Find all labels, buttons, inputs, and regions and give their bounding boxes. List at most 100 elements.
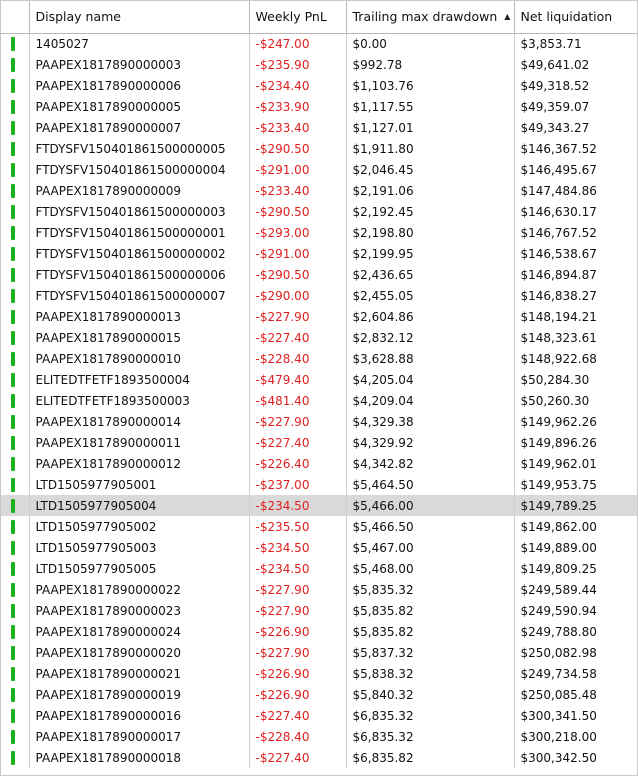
table-row[interactable]: PAAPEX1817890000017 -$228.40 $6,835.32 $300… <box>1 726 637 747</box>
column-header-trailing-max-drawdown-label: Trailing max drawdown <box>352 9 498 25</box>
column-header-status[interactable] <box>1 1 30 34</box>
status-indicator-icon <box>11 540 15 555</box>
status-indicator-icon <box>11 414 15 429</box>
trailing-max-drawdown-cell: $2,046.45 <box>346 159 515 180</box>
weekly-pnl-cell: -$291.00 <box>249 159 347 180</box>
status-indicator-icon <box>11 267 15 282</box>
trailing-max-drawdown-cell: $4,329.38 <box>346 411 515 432</box>
net-liquidation-cell: $249,788.80 <box>520 624 597 639</box>
table-row[interactable]: PAAPEX1817890000005 -$233.90 $1,117.55 $49,… <box>1 96 637 117</box>
column-header-weekly-pnl[interactable]: Weekly PnL <box>249 1 347 34</box>
display-name-cell: FTDYSFV150401861500000007 <box>29 285 250 306</box>
display-name-cell: FTDYSFV150401861500000001 <box>29 222 250 243</box>
column-header-display-name[interactable]: Display name <box>29 1 250 34</box>
trailing-max-drawdown-cell: $4,205.04 <box>346 369 515 390</box>
status-cell <box>1 327 30 348</box>
table-row[interactable]: LTD1505977905001 -$237.00 $5,464.50 $149,95… <box>1 474 637 495</box>
display-name-cell: FTDYSFV150401861500000003 <box>29 201 250 222</box>
weekly-pnl-cell: -$234.40 <box>249 75 347 96</box>
table-row[interactable]: PAAPEX1817890000015 -$227.40 $2,832.12 $148… <box>1 327 637 348</box>
display-name-cell: PAAPEX1817890000017 <box>29 726 250 747</box>
trailing-max-drawdown-cell: $5,468.00 <box>346 558 515 579</box>
table-row[interactable]: PAAPEX1817890000018 -$227.40 $6,835.82 $300… <box>1 747 637 768</box>
table-row[interactable]: 1405027 -$247.00 $0.00 $3,853.71 <box>1 33 637 54</box>
table-row[interactable]: PAAPEX1817890000006 -$234.40 $1,103.76 $49,… <box>1 75 637 96</box>
trailing-max-drawdown-cell: $5,840.32 <box>346 684 515 705</box>
display-name-cell: LTD1505977905005 <box>29 558 250 579</box>
table-row[interactable]: PAAPEX1817890000012 -$226.40 $4,342.82 $149… <box>1 453 637 474</box>
status-cell <box>1 33 30 54</box>
table-row[interactable]: ELITEDTFETF1893500003 -$481.40 $4,209.04 $5… <box>1 390 637 411</box>
display-name-cell: LTD1505977905003 <box>29 537 250 558</box>
weekly-pnl-cell: -$227.40 <box>249 705 347 726</box>
display-name-cell: FTDYSFV150401861500000005 <box>29 138 250 159</box>
display-name-cell: PAAPEX1817890000007 <box>29 117 250 138</box>
table-row[interactable]: PAAPEX1817890000022 -$227.90 $5,835.32 $249… <box>1 579 637 600</box>
status-cell <box>1 306 30 327</box>
table-row[interactable]: FTDYSFV150401861500000001 -$293.00 $2,198.… <box>1 222 637 243</box>
display-name-cell: PAAPEX1817890000003 <box>29 54 250 75</box>
trailing-max-drawdown-cell: $1,911.80 <box>346 138 515 159</box>
table-row[interactable]: PAAPEX1817890000003 -$235.90 $992.78 $49,64… <box>1 54 637 75</box>
display-name-cell: PAAPEX1817890000014 <box>29 411 250 432</box>
table-row[interactable]: PAAPEX1817890000024 -$226.90 $5,835.82 $249… <box>1 621 637 642</box>
status-indicator-icon <box>11 687 15 702</box>
table-row[interactable]: PAAPEX1817890000014 -$227.90 $4,329.38 $149… <box>1 411 637 432</box>
status-cell <box>1 600 30 621</box>
display-name-cell: PAAPEX1817890000005 <box>29 96 250 117</box>
table-row[interactable]: PAAPEX1817890000021 -$226.90 $5,838.32 $249… <box>1 663 637 684</box>
table-row[interactable]: PAAPEX1817890000016 -$227.40 $6,835.32 $300… <box>1 705 637 726</box>
table-row[interactable]: ELITEDTFETF1893500004 -$479.40 $4,205.04 $5… <box>1 369 637 390</box>
table-row[interactable]: PAAPEX1817890000013 -$227.90 $2,604.86 $148… <box>1 306 637 327</box>
status-indicator-icon <box>11 456 15 471</box>
status-cell <box>1 537 30 558</box>
table-row[interactable]: LTD1505977905003 -$234.50 $5,467.00 $149,88… <box>1 537 637 558</box>
display-name-cell: PAAPEX1817890000023 <box>29 600 250 621</box>
column-header-trailing-max-drawdown[interactable]: Trailing max drawdown ▲ <box>346 1 515 34</box>
table-row[interactable]: LTD1505977905005 -$234.50 $5,468.00 $149,80… <box>1 558 637 579</box>
trailing-max-drawdown-cell: $2,198.80 <box>346 222 515 243</box>
trailing-max-drawdown-cell: $1,127.01 <box>346 117 515 138</box>
net-liquidation-cell: $50,284.30 <box>520 372 590 387</box>
column-header-net-liquidation[interactable]: Net liquidation <box>514 1 637 34</box>
table-row[interactable]: FTDYSFV150401861500000003 -$290.50 $2,192.… <box>1 201 637 222</box>
table-row[interactable]: PAAPEX1817890000009 -$233.40 $2,191.06 $147… <box>1 180 637 201</box>
display-name-cell: LTD1505977905001 <box>29 474 250 495</box>
table-row[interactable]: FTDYSFV150401861500000007 -$290.00 $2,455.… <box>1 285 637 306</box>
trailing-max-drawdown-cell: $6,835.82 <box>346 747 515 768</box>
status-cell <box>1 201 30 222</box>
net-liquidation-cell: $250,082.98 <box>520 645 597 660</box>
net-liquidation-cell: $3,853.71 <box>520 36 582 51</box>
trailing-max-drawdown-cell: $5,835.82 <box>346 600 515 621</box>
trailing-max-drawdown-cell: $4,209.04 <box>346 390 515 411</box>
table-row[interactable]: PAAPEX1817890000023 -$227.90 $5,835.82 $249… <box>1 600 637 621</box>
weekly-pnl-cell: -$290.50 <box>249 201 347 222</box>
display-name-cell: PAAPEX1817890000024 <box>29 621 250 642</box>
table-row[interactable]: PAAPEX1817890000011 -$227.40 $4,329.92 $149… <box>1 432 637 453</box>
table-row[interactable]: PAAPEX1817890000019 -$226.90 $5,840.32 $250… <box>1 684 637 705</box>
net-liquidation-cell: $149,889.00 <box>520 540 597 555</box>
table-row[interactable]: FTDYSFV150401861500000004 -$291.00 $2,046.… <box>1 159 637 180</box>
table-row[interactable]: PAAPEX1817890000010 -$228.40 $3,628.88 $148… <box>1 348 637 369</box>
table-row[interactable]: FTDYSFV150401861500000002 -$291.00 $2,199.… <box>1 243 637 264</box>
table-row[interactable]: LTD1505977905002 -$235.50 $5,466.50 $149,86… <box>1 516 637 537</box>
weekly-pnl-cell: -$293.00 <box>249 222 347 243</box>
status-cell <box>1 474 30 495</box>
table-row[interactable]: FTDYSFV150401861500000006 -$290.50 $2,436.… <box>1 264 637 285</box>
status-indicator-icon <box>11 372 15 387</box>
table-row[interactable]: PAAPEX1817890000007 -$233.40 $1,127.01 $49,… <box>1 117 637 138</box>
status-indicator-icon <box>11 603 15 618</box>
sort-ascending-icon: ▲ <box>504 12 511 22</box>
status-indicator-icon <box>11 729 15 744</box>
table-row[interactable]: FTDYSFV150401861500000005 -$290.50 $1,911.… <box>1 138 637 159</box>
display-name-cell: PAAPEX1817890000020 <box>29 642 250 663</box>
table-row[interactable]: PAAPEX1817890000020 -$227.90 $5,837.32 $250… <box>1 642 637 663</box>
trailing-max-drawdown-cell: $992.78 <box>346 54 515 75</box>
net-liquidation-cell: $300,341.50 <box>520 708 597 723</box>
status-cell <box>1 705 30 726</box>
trailing-max-drawdown-cell: $3,628.88 <box>346 348 515 369</box>
status-cell <box>1 411 30 432</box>
table-row[interactable]: LTD1505977905004 -$234.50 $5,466.00 $149,78… <box>1 495 637 516</box>
weekly-pnl-cell: -$233.40 <box>249 117 347 138</box>
status-cell <box>1 495 30 516</box>
